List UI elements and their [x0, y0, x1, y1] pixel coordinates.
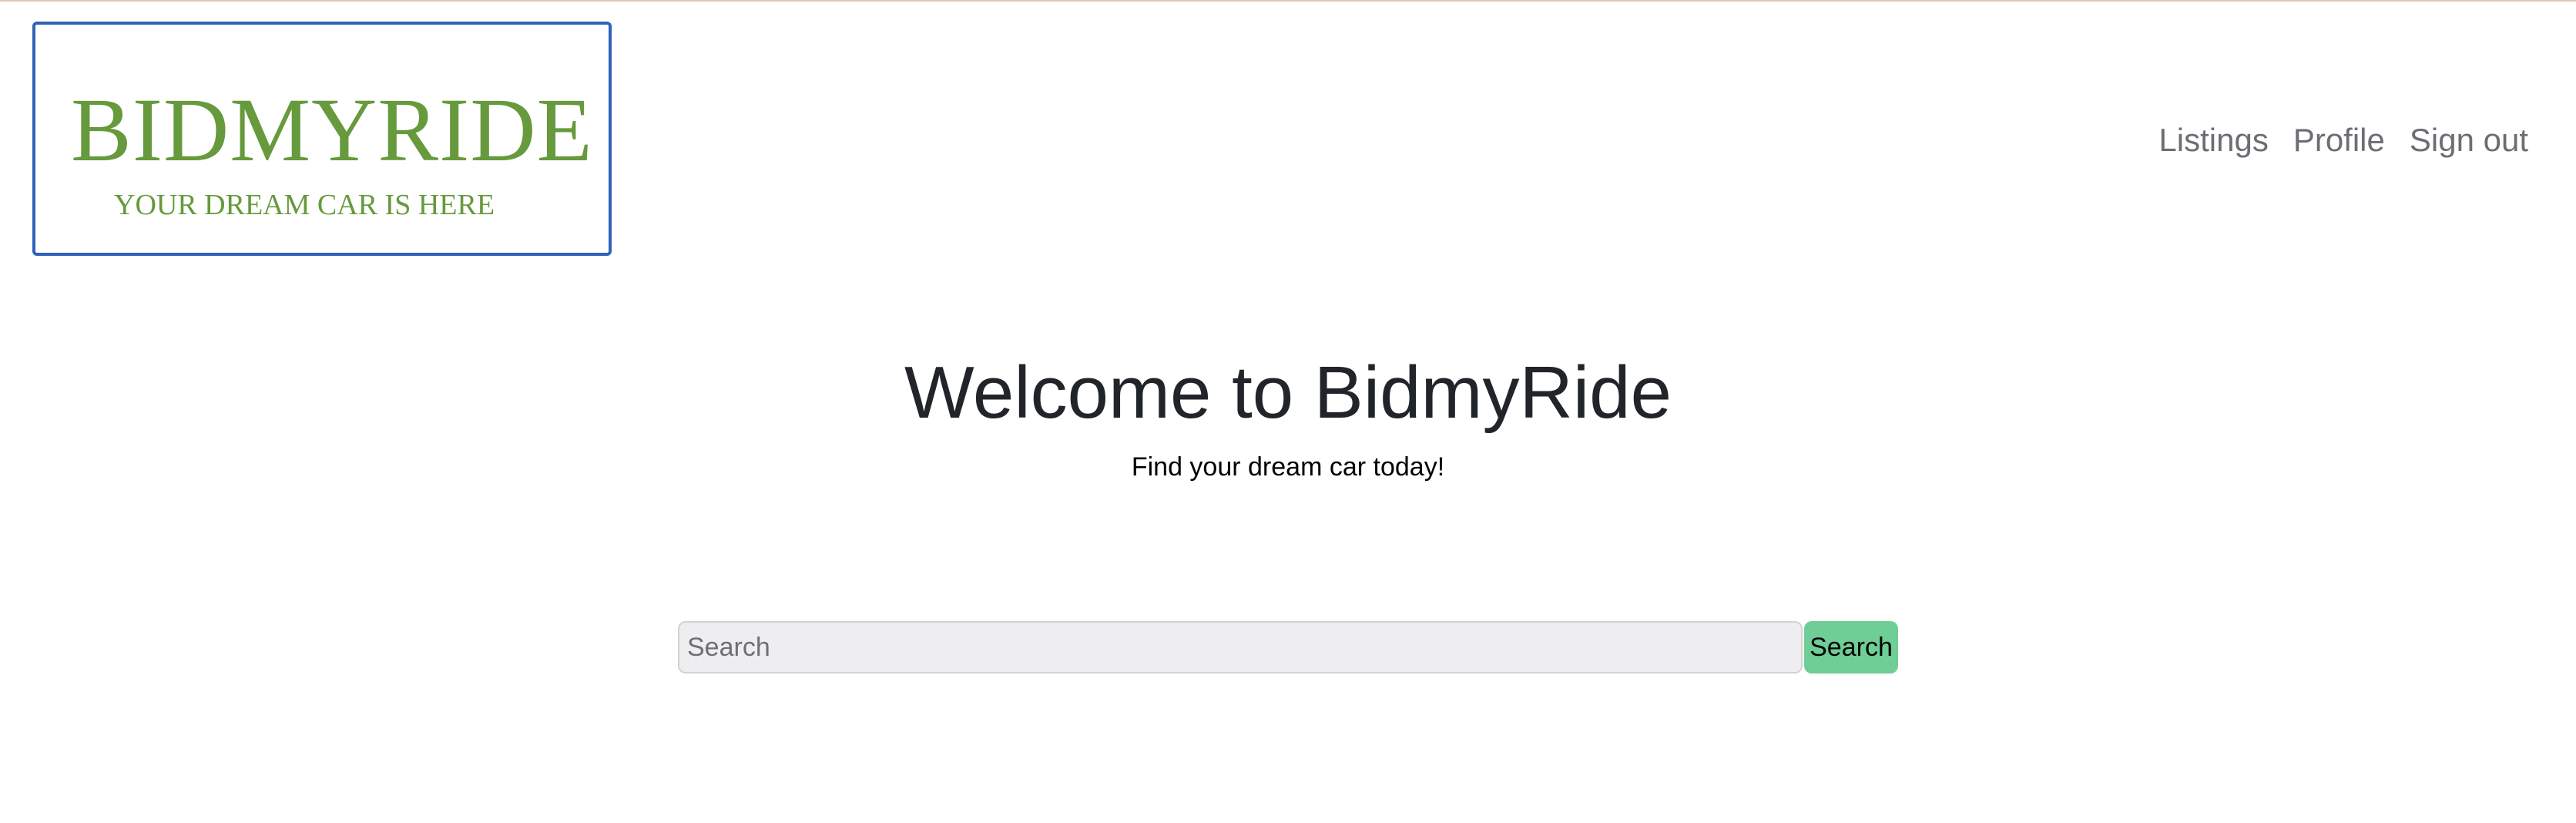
logo-title: BIDMYRIDE [71, 79, 593, 180]
top-divider [0, 0, 2576, 2]
nav-listings-link[interactable]: Listings [2158, 119, 2268, 162]
site-logo[interactable]: BIDMYRIDE YOUR DREAM CAR IS HERE [32, 22, 612, 256]
page-title: Welcome to BidmyRide [904, 351, 1672, 434]
logo-tagline: YOUR DREAM CAR IS HERE [114, 189, 495, 221]
nav-profile-link[interactable]: Profile [2293, 119, 2385, 162]
nav-sign-out-link[interactable]: Sign out [2410, 119, 2528, 162]
search-button[interactable]: Search [1804, 621, 1898, 674]
page-subtitle: Find your dream car today! [1131, 452, 1445, 482]
main-nav: Listings Profile Sign out [2158, 119, 2528, 162]
search-input[interactable] [678, 621, 1803, 674]
